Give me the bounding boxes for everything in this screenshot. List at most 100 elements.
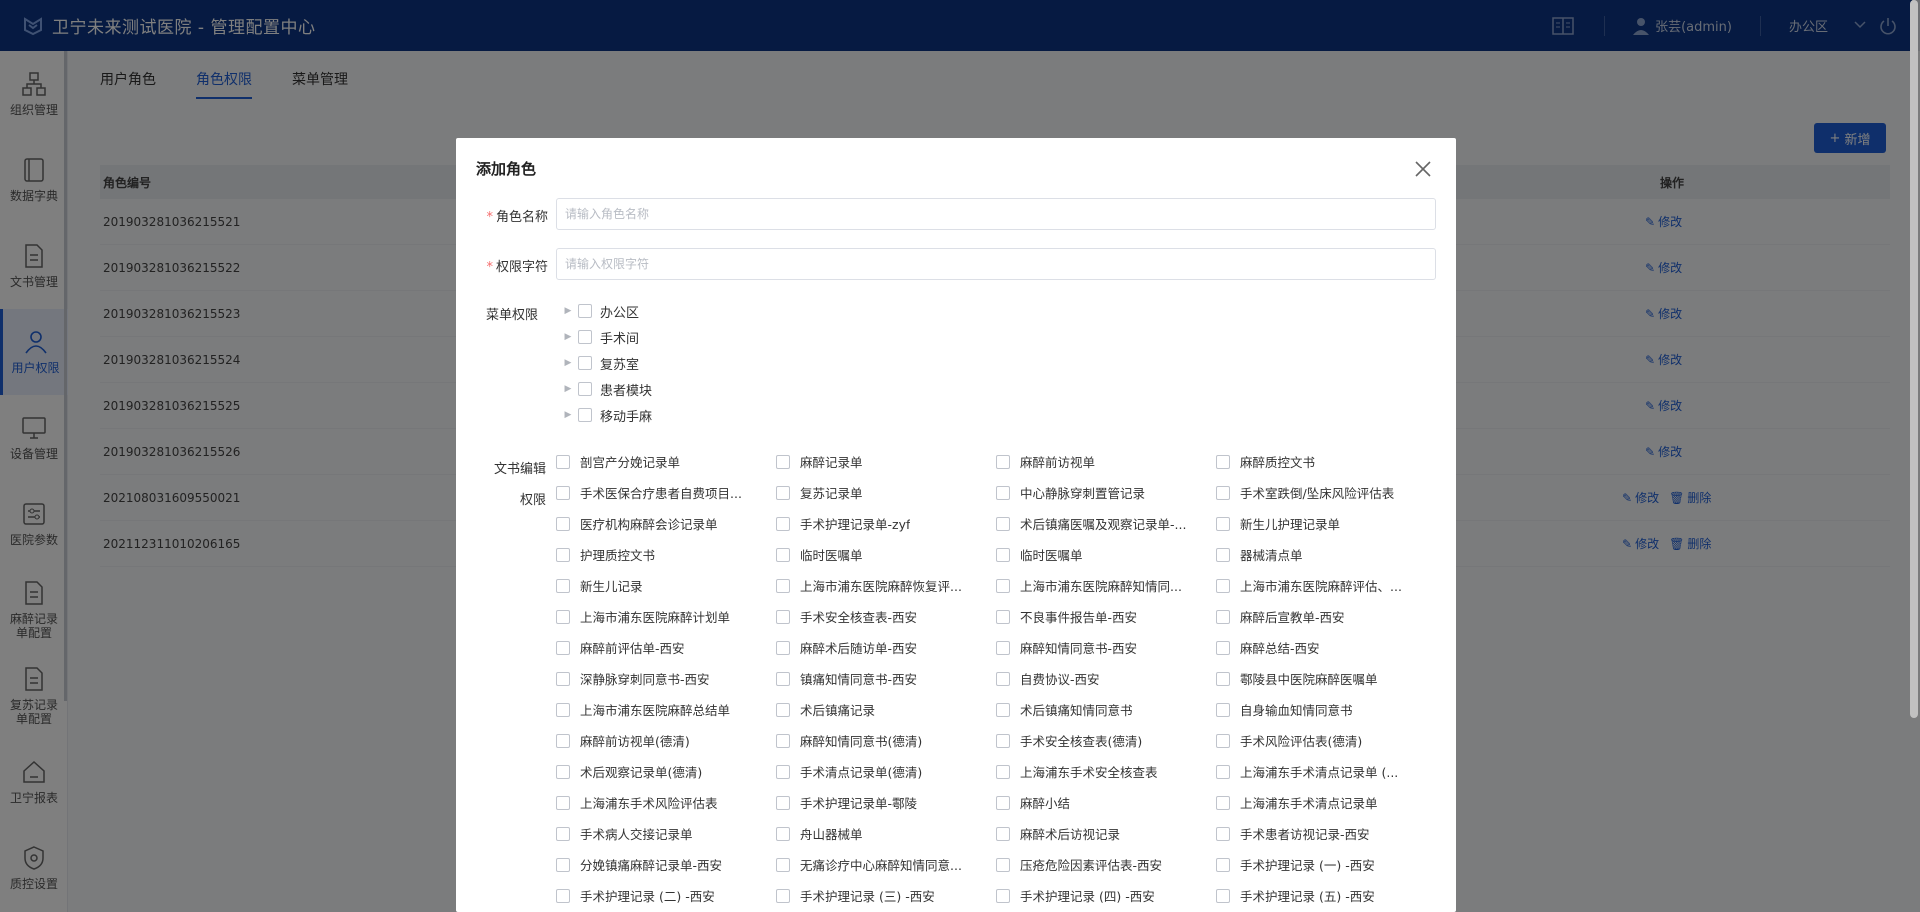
checkbox[interactable] xyxy=(996,671,1010,686)
checkbox[interactable] xyxy=(578,382,592,396)
doc-checkbox-item[interactable]: 临时医嘱单 xyxy=(996,539,1216,570)
doc-checkbox-item[interactable]: 手术护理记录 (三) -西安 xyxy=(776,880,996,911)
doc-checkbox-item[interactable]: 自身输血知情同意书 xyxy=(1216,694,1436,725)
tree-node[interactable]: ▶ 移动手麻 xyxy=(562,402,652,428)
checkbox[interactable] xyxy=(1216,516,1230,531)
doc-checkbox-item[interactable]: 上海市浦东医院麻醉计划单 xyxy=(556,601,776,632)
checkbox[interactable] xyxy=(996,547,1010,562)
checkbox[interactable] xyxy=(776,888,790,903)
doc-checkbox-item[interactable]: 复苏记录单 xyxy=(776,477,996,508)
checkbox[interactable] xyxy=(578,330,592,344)
caret-right-icon[interactable]: ▶ xyxy=(562,306,574,316)
checkbox[interactable] xyxy=(578,304,592,318)
doc-checkbox-item[interactable]: 麻醉知情同意书-西安 xyxy=(996,632,1216,663)
page-scrollbar[interactable] xyxy=(1910,0,1918,718)
checkbox[interactable] xyxy=(578,356,592,370)
doc-checkbox-item[interactable]: 护理质控文书 xyxy=(556,539,776,570)
doc-checkbox-item[interactable]: 麻醉小结 xyxy=(996,787,1216,818)
checkbox[interactable] xyxy=(996,454,1010,469)
checkbox[interactable] xyxy=(996,857,1010,872)
checkbox[interactable] xyxy=(1216,485,1230,500)
doc-checkbox-item[interactable]: 麻醉前访视单(德清) xyxy=(556,725,776,756)
doc-checkbox-item[interactable]: 舟山器械单 xyxy=(776,818,996,849)
doc-checkbox-item[interactable]: 手术病人交接记录单 xyxy=(556,818,776,849)
doc-checkbox-item[interactable]: 剖宫产分娩记录单 xyxy=(556,446,776,477)
doc-checkbox-item[interactable]: 上海浦东手术风险评估表 xyxy=(556,787,776,818)
close-icon[interactable] xyxy=(1414,160,1432,178)
checkbox[interactable] xyxy=(776,733,790,748)
checkbox[interactable] xyxy=(776,640,790,655)
checkbox[interactable] xyxy=(996,609,1010,624)
doc-checkbox-item[interactable]: 分娩镇痛麻醉记录单-西安 xyxy=(556,849,776,880)
doc-checkbox-item[interactable]: 手术安全核查表-西安 xyxy=(776,601,996,632)
doc-checkbox-item[interactable]: 手术护理记录单-鄠陵 xyxy=(776,787,996,818)
doc-checkbox-item[interactable]: 术后镇痛记录 xyxy=(776,694,996,725)
checkbox[interactable] xyxy=(996,764,1010,779)
doc-checkbox-item[interactable]: 新生儿记录 xyxy=(556,570,776,601)
checkbox[interactable] xyxy=(556,826,570,841)
checkbox[interactable] xyxy=(776,671,790,686)
doc-checkbox-item[interactable]: 手术清点记录单(德清) xyxy=(776,756,996,787)
checkbox[interactable] xyxy=(1216,733,1230,748)
doc-checkbox-item[interactable]: 麻醉记录单 xyxy=(776,446,996,477)
doc-checkbox-item[interactable]: 器械清点单 xyxy=(1216,539,1436,570)
checkbox[interactable] xyxy=(776,516,790,531)
doc-checkbox-item[interactable]: 上海浦东手术安全核查表 xyxy=(996,756,1216,787)
checkbox[interactable] xyxy=(996,702,1010,717)
doc-checkbox-item[interactable]: 无痛诊疗中心麻醉知情同意... xyxy=(776,849,996,880)
checkbox[interactable] xyxy=(776,547,790,562)
checkbox[interactable] xyxy=(996,888,1010,903)
checkbox[interactable] xyxy=(556,888,570,903)
tree-node[interactable]: ▶ 患者模块 xyxy=(562,376,652,402)
checkbox[interactable] xyxy=(1216,671,1230,686)
checkbox[interactable] xyxy=(996,485,1010,500)
checkbox[interactable] xyxy=(1216,888,1230,903)
checkbox[interactable] xyxy=(996,640,1010,655)
checkbox[interactable] xyxy=(776,454,790,469)
checkbox[interactable] xyxy=(776,826,790,841)
doc-checkbox-item[interactable]: 麻醉前访视单 xyxy=(996,446,1216,477)
doc-checkbox-item[interactable]: 中心静脉穿刺置管记录 xyxy=(996,477,1216,508)
checkbox[interactable] xyxy=(776,857,790,872)
checkbox[interactable] xyxy=(1216,578,1230,593)
doc-checkbox-item[interactable]: 手术患者访视记录-西安 xyxy=(1216,818,1436,849)
caret-right-icon[interactable]: ▶ xyxy=(562,384,574,394)
checkbox[interactable] xyxy=(996,516,1010,531)
doc-checkbox-item[interactable]: 麻醉质控文书 xyxy=(1216,446,1436,477)
checkbox[interactable] xyxy=(996,826,1010,841)
doc-checkbox-item[interactable]: 医疗机构麻醉会诊记录单 xyxy=(556,508,776,539)
doc-checkbox-item[interactable]: 新生儿护理记录单 xyxy=(1216,508,1436,539)
checkbox[interactable] xyxy=(1216,764,1230,779)
checkbox[interactable] xyxy=(776,702,790,717)
checkbox[interactable] xyxy=(776,485,790,500)
doc-checkbox-item[interactable]: 手术室跌倒/坠床风险评估表 xyxy=(1216,477,1436,508)
checkbox[interactable] xyxy=(556,516,570,531)
doc-checkbox-item[interactable]: 压疮危险因素评估表-西安 xyxy=(996,849,1216,880)
checkbox[interactable] xyxy=(556,671,570,686)
doc-checkbox-item[interactable]: 临时医嘱单 xyxy=(776,539,996,570)
checkbox[interactable] xyxy=(776,795,790,810)
checkbox[interactable] xyxy=(556,578,570,593)
doc-checkbox-item[interactable]: 手术护理记录 (五) -西安 xyxy=(1216,880,1436,911)
doc-checkbox-item[interactable]: 术后镇痛知情同意书 xyxy=(996,694,1216,725)
checkbox[interactable] xyxy=(556,485,570,500)
doc-checkbox-item[interactable]: 麻醉后宣教单-西安 xyxy=(1216,601,1436,632)
checkbox[interactable] xyxy=(996,578,1010,593)
caret-right-icon[interactable]: ▶ xyxy=(562,358,574,368)
checkbox[interactable] xyxy=(1216,640,1230,655)
checkbox[interactable] xyxy=(556,733,570,748)
doc-checkbox-item[interactable]: 上海市浦东医院麻醉知情同... xyxy=(996,570,1216,601)
doc-checkbox-item[interactable]: 麻醉前评估单-西安 xyxy=(556,632,776,663)
checkbox[interactable] xyxy=(776,609,790,624)
caret-right-icon[interactable]: ▶ xyxy=(562,410,574,420)
checkbox[interactable] xyxy=(776,578,790,593)
checkbox[interactable] xyxy=(556,454,570,469)
checkbox[interactable] xyxy=(578,408,592,422)
doc-checkbox-item[interactable]: 不良事件报告单-西安 xyxy=(996,601,1216,632)
checkbox[interactable] xyxy=(1216,609,1230,624)
doc-checkbox-item[interactable]: 术后镇痛医嘱及观察记录单-... xyxy=(996,508,1216,539)
checkbox[interactable] xyxy=(996,733,1010,748)
checkbox[interactable] xyxy=(1216,454,1230,469)
checkbox[interactable] xyxy=(556,702,570,717)
doc-checkbox-item[interactable]: 手术护理记录 (一) -西安 xyxy=(1216,849,1436,880)
